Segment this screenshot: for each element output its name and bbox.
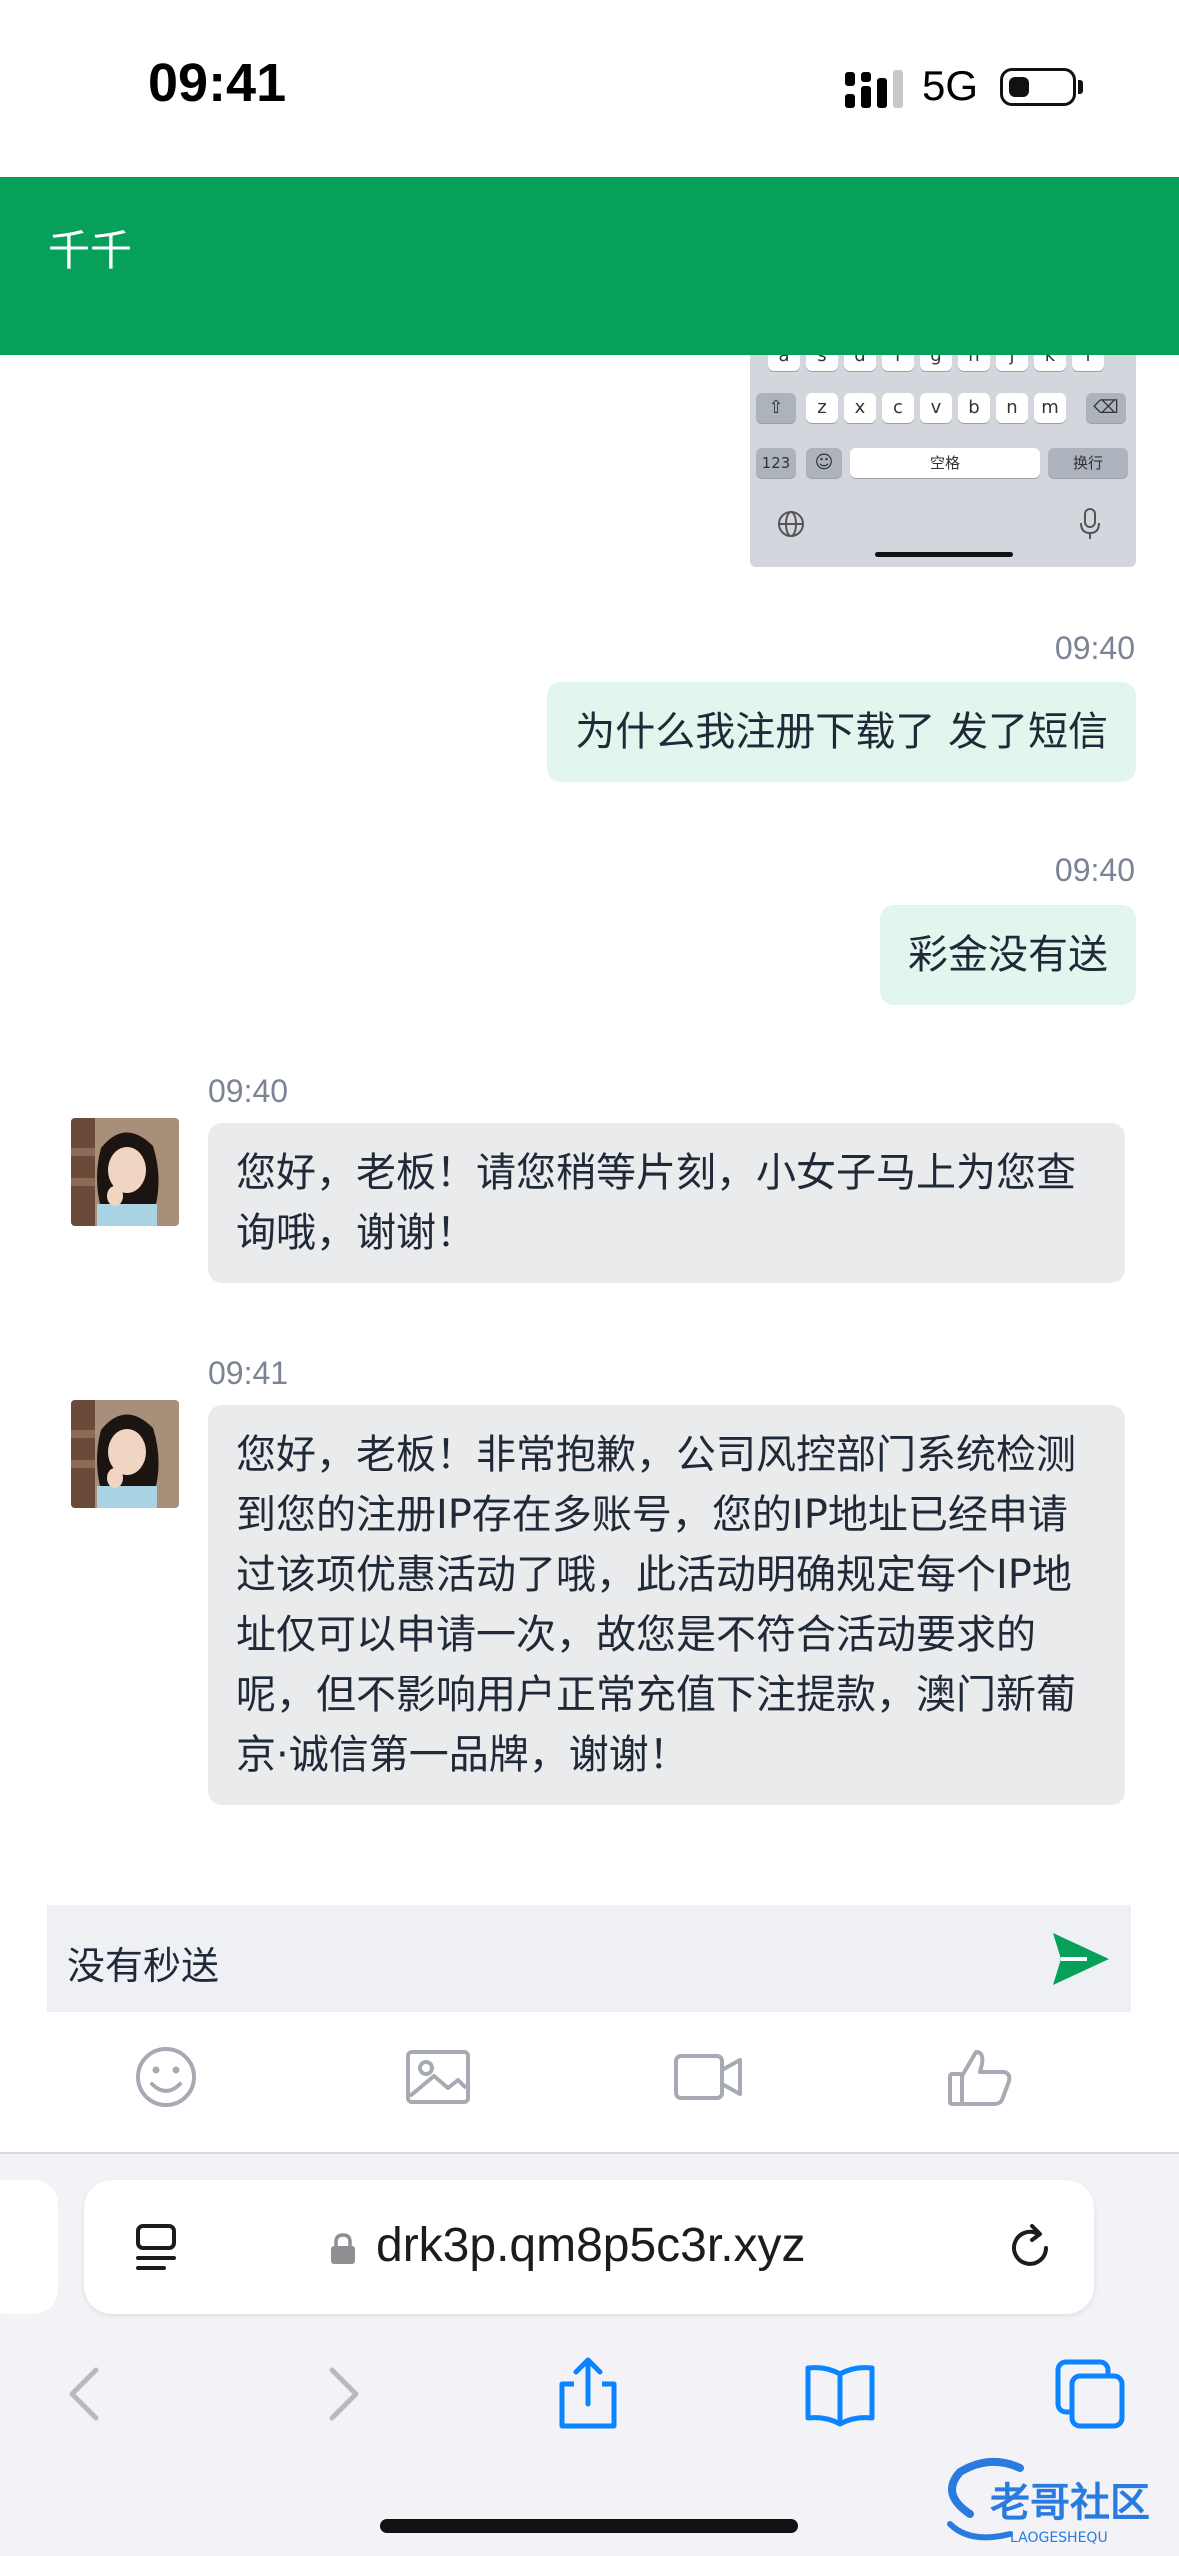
key: g <box>920 355 952 371</box>
status-bar: 09:41 5G <box>0 0 1179 177</box>
agent-avatar[interactable] <box>71 1400 179 1508</box>
bookmarks-icon[interactable] <box>800 2354 880 2434</box>
network-type: 5G <box>922 62 979 109</box>
outgoing-message[interactable]: 为什么我注册下载了 发了短信 <box>547 682 1136 782</box>
image-icon[interactable] <box>400 2042 476 2112</box>
message-time: 09:41 <box>208 1355 289 1391</box>
battery-tip <box>1078 80 1083 94</box>
address-bar[interactable]: drk3p.qm8p5c3r.xyz <box>84 2180 1094 2314</box>
composer-toolbar <box>0 2012 1179 2152</box>
lock-icon <box>331 2233 355 2264</box>
key: d <box>844 355 876 371</box>
message-input[interactable]: 没有秒送 <box>47 1905 1131 2012</box>
globe-icon <box>778 511 804 537</box>
outgoing-message[interactable]: 彩金没有送 <box>880 905 1136 1005</box>
key: n <box>996 393 1028 423</box>
num-key: 123 <box>756 448 796 478</box>
key: h <box>958 355 990 371</box>
incoming-message[interactable]: 您好，老板！非常抱歉，公司风控部门系统检测到您的注册IP存在多账号，您的IP地址… <box>208 1405 1125 1805</box>
microphone-icon <box>1080 508 1100 539</box>
chat-message-list[interactable]: a s d f g h j k l ⇧ z x c v b n m ⌫ 123 … <box>0 355 1179 1905</box>
tabs-icon[interactable] <box>1050 2354 1130 2434</box>
previous-tab-preview[interactable] <box>0 2180 58 2314</box>
svg-text:LAOGESHEQU: LAOGESHEQU <box>1010 2530 1108 2546</box>
chat-header: 千千 <box>0 177 1179 355</box>
message-input-value: 没有秒送 <box>67 1944 220 1988</box>
chat-title: 千千 <box>48 226 133 275</box>
message-time: 09:40 <box>1054 630 1135 666</box>
home-indicator <box>875 552 1013 557</box>
key: c <box>882 393 914 423</box>
emoji-icon[interactable] <box>128 2042 204 2112</box>
send-icon[interactable] <box>1047 1925 1115 1993</box>
cellular-signal-icon <box>845 70 903 108</box>
page-menu-icon[interactable] <box>132 2222 180 2274</box>
key: x <box>844 393 876 423</box>
video-icon[interactable] <box>670 2042 746 2112</box>
incoming-message[interactable]: 您好，老板！请您稍等片刻，小女子马上为您查询哦，谢谢！ <box>208 1123 1125 1283</box>
home-indicator <box>380 2519 798 2533</box>
svg-text:老哥社区: 老哥社区 <box>990 2480 1150 2526</box>
thumbs-up-icon[interactable] <box>942 2042 1018 2112</box>
reload-icon[interactable] <box>1002 2220 1058 2276</box>
key: l <box>1072 355 1104 371</box>
message-time: 09:40 <box>208 1073 289 1109</box>
key: j <box>996 355 1028 371</box>
browser-toolbar: drk3p.qm8p5c3r.xyz 老哥社区 LAOGESHEQU <box>0 2152 1179 2556</box>
return-key: 换行 <box>1048 448 1128 478</box>
key: m <box>1034 393 1066 423</box>
key: b <box>958 393 990 423</box>
key: z <box>806 393 838 423</box>
url-text: drk3p.qm8p5c3r.xyz <box>376 2219 806 2272</box>
key: s <box>806 355 838 371</box>
share-icon[interactable] <box>548 2354 628 2434</box>
status-time: 09:41 <box>148 53 287 113</box>
key: v <box>920 393 952 423</box>
space-key: 空格 <box>850 448 1040 478</box>
forward-icon[interactable] <box>300 2354 380 2434</box>
image-message-keyboard-screenshot[interactable]: a s d f g h j k l ⇧ z x c v b n m ⌫ 123 … <box>750 355 1136 567</box>
back-icon[interactable] <box>48 2354 128 2434</box>
agent-avatar-image <box>71 1400 179 1508</box>
battery-icon <box>1000 68 1076 106</box>
emoji-key-icon: ☺ <box>806 448 842 478</box>
agent-avatar[interactable] <box>71 1118 179 1226</box>
key: k <box>1034 355 1066 371</box>
key: a <box>768 355 800 371</box>
message-time: 09:40 <box>1054 852 1135 888</box>
watermark-logo: 老哥社区 LAOGESHEQU <box>947 2457 1150 2546</box>
agent-avatar-image <box>71 1118 179 1226</box>
backspace-key-icon: ⌫ <box>1086 393 1126 423</box>
key: f <box>882 355 914 371</box>
shift-key-icon: ⇧ <box>756 393 796 423</box>
